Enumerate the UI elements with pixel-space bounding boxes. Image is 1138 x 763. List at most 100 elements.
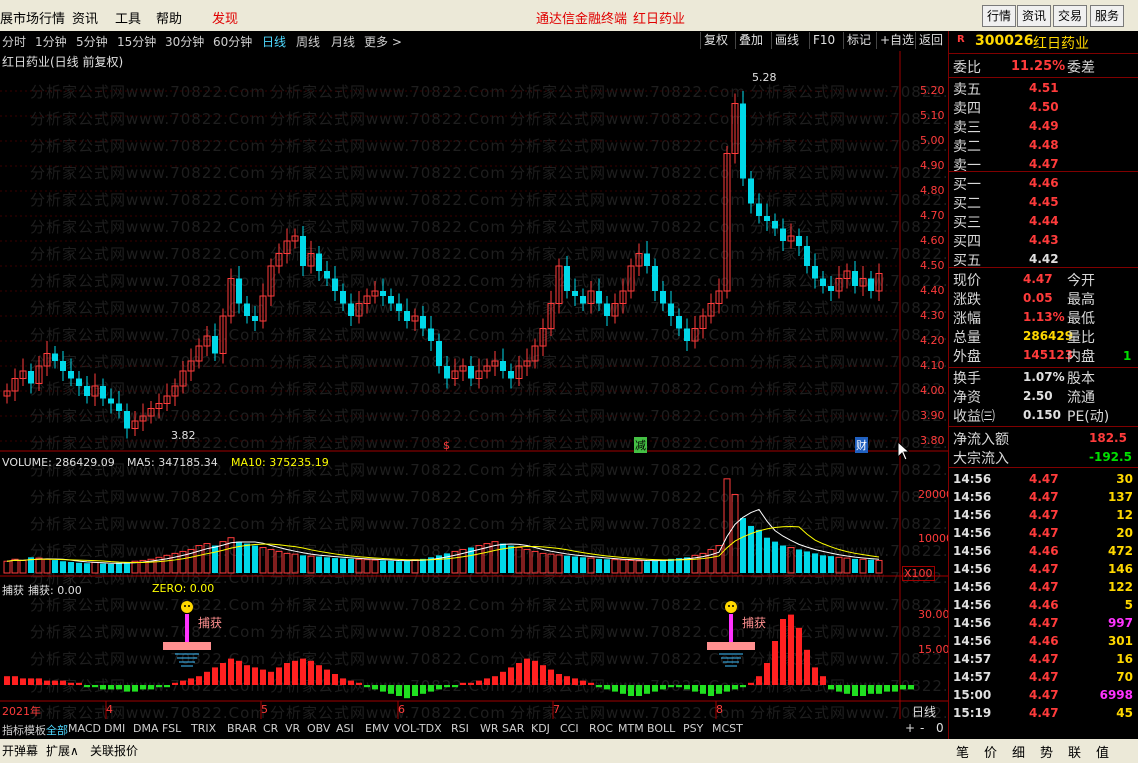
indicator-bar [500,671,506,685]
period-more[interactable]: 更多 > [364,33,402,50]
indicator-tab[interactable]: EMV [365,722,389,735]
reduce-marker[interactable]: 减 [634,437,647,453]
indicator-tab[interactable]: RSI [451,722,469,735]
menu-news[interactable]: 资讯 [72,8,98,27]
indicator-tab[interactable]: VR [285,722,300,735]
tab-related[interactable]: 联 [1068,742,1081,761]
indicator-bar [372,685,378,690]
book-price[interactable]: 4.48 [1029,138,1059,152]
indicator-bar [644,685,650,694]
indicator-tab[interactable]: 指标 [2,722,24,738]
indicator-bar [516,663,522,685]
menu-discover[interactable]: 发现 [212,8,238,27]
back-button[interactable]: 返回 [915,32,946,49]
expand-button[interactable]: 扩展∧ [46,742,79,759]
indicator-bar [836,685,842,692]
indicator-bar [268,671,274,685]
tab-value[interactable]: 值 [1096,742,1109,761]
chart-svg [0,51,948,719]
danmaku-button[interactable]: 开弹幕 [2,742,38,759]
indicator-bar [12,676,18,685]
menu-tools[interactable]: 工具 [115,8,141,27]
indicator-tab[interactable]: KDJ [531,722,550,735]
mark-button[interactable]: 标记 [843,32,874,49]
tick-volume: 70 [1116,670,1133,684]
indicator-bar [4,676,10,685]
indicator-tab[interactable]: DMI [104,722,125,735]
indicator-tab[interactable]: BOLL [647,722,675,735]
zoom-out-button[interactable]: - [920,721,924,735]
volume-bar [852,558,858,573]
period-daily[interactable]: 日线 [262,33,286,50]
indicator-tab[interactable]: OBV [307,722,330,735]
indicator-tab[interactable]: PSY [683,722,703,735]
period-60min[interactable]: 60分钟 [213,33,252,50]
tick-time: 15:00 [953,688,992,702]
indicator-tab[interactable]: MCST [712,722,743,735]
zoom-in-button[interactable]: + [905,721,915,735]
tab-price[interactable]: 价 [984,742,997,761]
quote-button[interactable]: 行情 [982,5,1017,27]
indicator-tab[interactable]: CCI [560,722,579,735]
book-price[interactable]: 4.50 [1029,100,1059,114]
kline-chart[interactable]: 分析家公式网www.70822.Com 分析家公式网www.70822.Com 分析… [0,51,985,722]
book-price[interactable]: 4.42 [1029,252,1059,266]
indicator-tab[interactable]: FSL [162,722,181,735]
indicator-tab[interactable]: 全部 [46,722,68,738]
indicator-tab[interactable]: 模板 [24,722,46,738]
indicator-bar [908,685,914,690]
book-price[interactable]: 4.44 [1029,214,1059,228]
indicator-tab[interactable]: MACD [68,722,101,735]
period-weekly[interactable]: 周线 [296,33,320,50]
period-monthly[interactable]: 月线 [331,33,355,50]
indicator-tab[interactable]: WR [480,722,499,735]
f10-button[interactable]: F10 [809,32,838,49]
period-tick[interactable]: 分时 [2,33,26,50]
indicator-bar [124,685,130,692]
related-quote-button[interactable]: 关联报价 [90,742,138,759]
indicator-tab[interactable]: VOL-TDX [394,722,442,735]
candle-body [76,378,82,386]
adjust-button[interactable]: 复权 [700,32,731,49]
period-5min[interactable]: 5分钟 [76,33,108,50]
indicator-tab[interactable]: MTM [618,722,644,735]
book-price[interactable]: 4.49 [1029,119,1059,133]
indicator-tab[interactable]: DMA [133,722,159,735]
add-watchlist-button[interactable]: +自选 [876,32,917,49]
news-button[interactable]: 资讯 [1017,5,1052,27]
tick-price: 4.47 [1029,652,1059,666]
indicator-tab[interactable]: ASI [336,722,354,735]
indicator-bar [156,685,162,688]
period-1min[interactable]: 1分钟 [35,33,67,50]
indicator-bar [892,685,898,692]
trade-button[interactable]: 交易 [1053,5,1088,27]
finance-marker[interactable]: 财 [855,437,868,453]
book-price[interactable]: 4.43 [1029,233,1059,247]
indicator-tab[interactable]: TRIX [191,722,216,735]
indicator-tab[interactable]: BRAR [227,722,257,735]
book-price[interactable]: 4.45 [1029,195,1059,209]
menu-help[interactable]: 帮助 [156,8,182,27]
zoom-reset-button[interactable]: 0 [936,721,944,735]
book-price[interactable]: 4.47 [1029,157,1059,171]
book-price[interactable]: 4.51 [1029,81,1059,95]
dividend-marker[interactable]: $ [443,439,450,452]
tab-trend[interactable]: 势 [1040,742,1053,761]
period-30min[interactable]: 30分钟 [165,33,204,50]
indicator-tab[interactable]: SAR [502,722,524,735]
draw-button[interactable]: 画线 [771,32,802,49]
tab-trades[interactable]: 笔 [956,742,969,761]
service-button[interactable]: 服务 [1090,5,1125,27]
candle-body [580,296,586,304]
indicator-bar [900,685,906,690]
tab-detail[interactable]: 细 [1012,742,1025,761]
indicator-bar [68,682,74,685]
period-15min[interactable]: 15分钟 [117,33,156,50]
candle-body [28,371,34,384]
indicator-tab[interactable]: CR [263,722,278,735]
indicator-tab[interactable]: ROC [589,722,613,735]
book-price[interactable]: 4.46 [1029,176,1059,190]
menu-market[interactable]: 展市场行情 [0,8,65,27]
overlay-button[interactable]: 叠加 [735,32,766,49]
volume-bar [604,559,610,573]
